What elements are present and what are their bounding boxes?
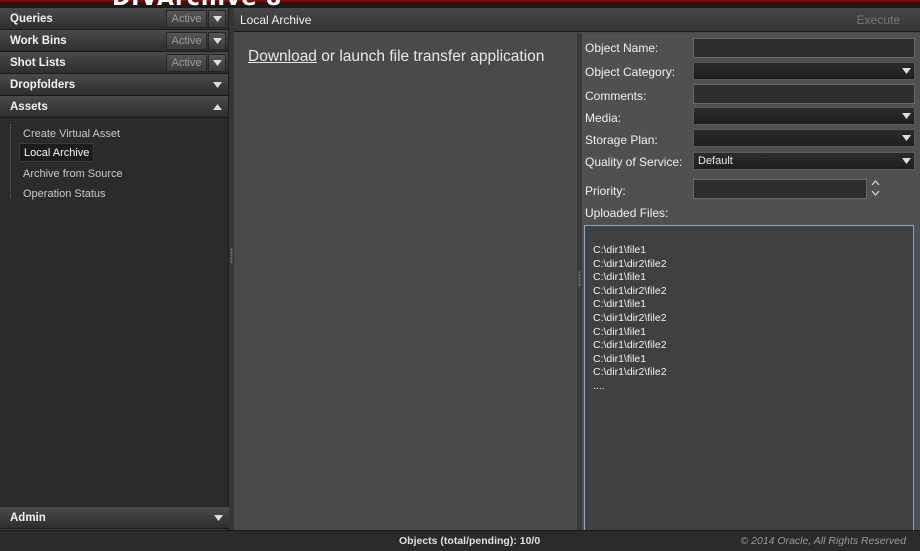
chevron-down-icon[interactable] (209, 509, 227, 527)
object-category-row: Object Category: (585, 62, 917, 82)
uploaded-file-item: C:\dir1\file1 (593, 352, 647, 365)
chevron-down-icon (902, 113, 911, 119)
sidebar-section-shot-lists[interactable]: Shot Lists Active (0, 52, 228, 74)
uploaded-file-item: C:\dir1\file1 (593, 244, 647, 256)
chevron-down-icon (902, 135, 911, 141)
uploaded-file-item: C:\dir1\file1 (593, 298, 647, 311)
priority-label: Priority: (585, 184, 626, 198)
sidebar-section-queries[interactable]: Queries Active (0, 8, 228, 30)
chevron-down-icon (902, 68, 911, 74)
sidebar-section-admin[interactable]: Admin (0, 507, 229, 529)
storage-plan-label: Storage Plan: (585, 133, 658, 147)
sidebar-section-label: Work Bins (10, 34, 67, 47)
media-select[interactable] (693, 107, 915, 125)
tree-guide-line (10, 124, 11, 198)
uploaded-file-item: C:\dir1\dir2\file2 (593, 257, 667, 270)
sidebar: Queries Active Work Bins Active Shot Lis… (0, 8, 229, 530)
uploaded-files-list[interactable]: C:\dir1\file1 C:\dir1\dir2\file2 C:\dir1… (584, 225, 914, 537)
execute-button[interactable]: Execute (857, 13, 920, 27)
download-link[interactable]: Download (248, 48, 317, 65)
uploaded-files-label: Uploaded Files: (585, 206, 669, 220)
chevron-down-icon[interactable] (208, 9, 226, 28)
app-logo: DIVArchive 8 (112, 0, 282, 8)
comments-input[interactable] (693, 84, 915, 104)
active-filter-button[interactable]: Active (166, 53, 207, 72)
sidebar-section-label: Assets (10, 100, 48, 113)
drag-handle-icon (578, 271, 581, 287)
tree-item-create-virtual-asset[interactable]: Create Virtual Asset (19, 124, 124, 143)
priority-row: Priority: (585, 179, 917, 199)
tree-item-local-archive[interactable]: Local Archive (19, 143, 95, 162)
sidebar-section-label: Shot Lists (10, 56, 66, 69)
assets-tree: Create Virtual Asset Local Archive Archi… (0, 118, 228, 508)
uploaded-file-item: C:\dir1\dir2\file2 (593, 284, 667, 297)
chevron-down-icon (902, 158, 911, 164)
download-pane: Download or launch file transfer applica… (234, 33, 577, 530)
sidebar-section-work-bins[interactable]: Work Bins Active (0, 30, 228, 52)
uploaded-file-item: C:\dir1\file1 (593, 325, 647, 338)
storage-plan-select[interactable] (693, 129, 915, 147)
chevron-down-icon[interactable] (208, 31, 226, 50)
archive-form: Object Name: Object Category: Comments: … (582, 33, 920, 537)
chevron-down-icon[interactable] (871, 189, 880, 197)
uploaded-file-item: C:\dir1\dir2\file2 (593, 339, 667, 352)
sidebar-section-label: Dropfolders (10, 78, 76, 91)
object-category-select[interactable] (693, 62, 915, 80)
storage-plan-row: Storage Plan: (585, 129, 917, 149)
tree-item-archive-from-source[interactable]: Archive from Source (19, 164, 127, 183)
copyright-notice: © 2014 Oracle, All Rights Reserved (740, 535, 906, 547)
active-filter-button[interactable]: Active (166, 9, 207, 28)
chevron-down-icon[interactable] (208, 76, 226, 94)
sidebar-section-label: Admin (10, 511, 46, 524)
download-description: or launch file transfer application (316, 48, 545, 65)
drag-handle-icon (230, 248, 233, 264)
uploaded-files-row: Uploaded Files: (585, 205, 917, 225)
objects-count: Objects (total/pending): 10/0 (399, 535, 541, 547)
uploaded-file-item: C:\dir1\dir2\file2 (593, 311, 667, 324)
comments-row: Comments: (585, 84, 917, 104)
object-category-label: Object Category: (585, 65, 676, 79)
tree-item-operation-status[interactable]: Operation Status (19, 184, 110, 203)
top-banner: DIVArchive 8 (0, 0, 920, 8)
uploaded-file-item: C:\dir1\file1 (593, 271, 647, 284)
comments-label: Comments: (585, 89, 647, 103)
download-text: Download or launch file transfer applica… (248, 48, 544, 66)
chevron-up-icon[interactable] (871, 179, 880, 187)
quality-of-service-select[interactable]: Default (693, 152, 915, 170)
media-label: Media: (585, 111, 622, 125)
object-name-input[interactable] (693, 38, 915, 58)
object-name-label: Object Name: (585, 41, 659, 55)
priority-input[interactable] (693, 179, 867, 199)
quality-of-service-row: Quality of Service: Default (585, 152, 917, 172)
status-bar: Objects (total/pending): 10/0 © 2014 Ora… (0, 530, 920, 551)
chevron-down-icon[interactable] (208, 53, 226, 72)
panel-header: Local Archive Execute (234, 8, 920, 32)
sidebar-section-label: Queries (10, 12, 53, 25)
chevron-up-icon[interactable] (208, 98, 226, 116)
uploaded-file-more: .... (593, 379, 605, 392)
panel-title: Local Archive (240, 12, 312, 27)
media-row: Media: (585, 107, 917, 127)
sidebar-section-dropfolders[interactable]: Dropfolders (0, 74, 228, 96)
main-panel: Local Archive Execute Download or launch… (234, 8, 920, 537)
active-filter-button[interactable]: Active (166, 31, 207, 50)
sidebar-section-assets[interactable]: Assets (0, 96, 228, 118)
quality-of-service-value: Default (698, 155, 733, 167)
uploaded-file-item: C:\dir1\dir2\file2 (593, 366, 667, 379)
priority-spinner[interactable] (871, 179, 881, 199)
object-name-row: Object Name: (585, 38, 917, 58)
quality-of-service-label: Quality of Service: (585, 155, 683, 169)
